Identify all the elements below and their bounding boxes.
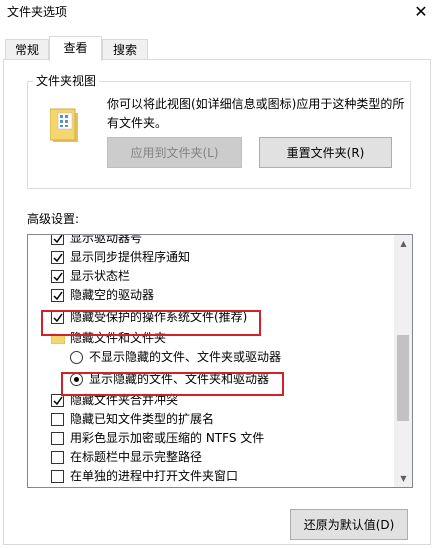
list-item[interactable]: 在标题栏中显示完整路径 (28, 448, 396, 467)
tab-strip: 常规 查看 搜索 (0, 36, 437, 61)
apply-to-folders-button[interactable]: 应用到文件夹(L) (107, 137, 242, 168)
checkbox-show-sync-notifications[interactable] (51, 251, 64, 264)
checkbox-show-drive-letters[interactable] (51, 235, 64, 245)
tab-view[interactable]: 查看 (49, 36, 102, 61)
list-item-label: 显示同步提供程序通知 (70, 250, 191, 264)
tab-search[interactable]: 搜索 (102, 39, 148, 59)
restore-defaults-button[interactable]: 还原为默认值(D) (290, 509, 408, 540)
list-item[interactable]: 用彩色显示加密或压缩的 NTFS 文件 (28, 429, 396, 448)
scroll-thumb[interactable] (397, 335, 409, 421)
list-item[interactable]: 显示隐藏的文件、文件夹和驱动器 (28, 367, 396, 391)
scroll-down-icon[interactable]: ▼ (395, 470, 412, 487)
list-item-label: 隐藏文件和文件夹 (70, 331, 167, 345)
list-item-label: 显示驱动器号 (70, 234, 143, 245)
list-item-label: 隐藏空的驱动器 (70, 288, 155, 302)
list-item-label: 不显示隐藏的文件、文件夹或驱动器 (89, 350, 282, 364)
list-item-label: 显示状态栏 (70, 269, 131, 283)
tab-general[interactable]: 常规 (5, 39, 49, 59)
advanced-settings-list: 显示驱动器号 显示同步提供程序通知 显示状态栏 隐藏空的驱动器 隐藏受保护的操作… (27, 234, 413, 488)
list-item-label: 隐藏文件夹合并冲突 (70, 393, 179, 407)
list-item[interactable]: 隐藏文件夹合并冲突 (28, 391, 396, 410)
list-item-label: 在单独的进程中打开文件夹窗口 (70, 469, 239, 483)
checkbox-color-ntfs[interactable] (51, 432, 64, 445)
list-item[interactable]: 隐藏受保护的操作系统文件(推荐) (28, 305, 396, 329)
checkbox-separate-process[interactable] (51, 470, 64, 483)
radio-show-hidden[interactable] (70, 373, 83, 386)
radio-dont-show-hidden[interactable] (70, 351, 83, 364)
folder-views-legend: 文件夹视图 (33, 74, 100, 88)
radio-dot (74, 377, 79, 382)
folder-options-window: 文件夹选项 ✕ 常规 查看 搜索 文件夹视图 你可以将此视图(如详细信息或图标)… (0, 0, 437, 549)
list-item[interactable]: 显示驱动器号 (28, 234, 396, 248)
checkbox-hide-empty-drives[interactable] (51, 289, 64, 302)
list-item: 隐藏文件和文件夹 (28, 329, 396, 348)
scroll-up-icon[interactable]: ▲ (395, 235, 412, 252)
reset-folders-button[interactable]: 重置文件夹(R) (259, 137, 392, 168)
list-item[interactable]: 显示状态栏 (28, 267, 396, 286)
list-item[interactable]: 隐藏已知文件类型的扩展名 (28, 410, 396, 429)
checkbox-full-path-title[interactable] (51, 451, 64, 464)
advanced-settings-items: 显示驱动器号 显示同步提供程序通知 显示状态栏 隐藏空的驱动器 隐藏受保护的操作… (28, 234, 396, 486)
checkbox-hide-merge-conflicts[interactable] (51, 394, 64, 407)
list-item[interactable]: 在单独的进程中打开文件夹窗口 (28, 467, 396, 486)
list-scrollbar[interactable]: ▲ ▼ (394, 235, 412, 487)
list-item-label: 隐藏受保护的操作系统文件(推荐) (70, 310, 248, 324)
folder-view-icon (50, 108, 78, 142)
folder-icon (51, 333, 65, 344)
list-item-label: 在标题栏中显示完整路径 (70, 450, 203, 464)
list-item[interactable]: 隐藏空的驱动器 (28, 286, 396, 305)
list-item-label: 用彩色显示加密或压缩的 NTFS 文件 (70, 431, 265, 445)
close-icon[interactable]: ✕ (411, 3, 431, 21)
checkbox-show-status-bar[interactable] (51, 270, 64, 283)
list-item[interactable]: 显示同步提供程序通知 (28, 248, 396, 267)
list-item-label: 显示隐藏的文件、文件夹和驱动器 (89, 372, 270, 386)
checkbox-hide-extensions[interactable] (51, 413, 64, 426)
folder-views-description: 你可以将此视图(如详细信息或图标)应用于这种类型的所有文件夹。 (107, 97, 405, 130)
list-item[interactable]: 不显示隐藏的文件、文件夹或驱动器 (28, 348, 396, 367)
window-title: 文件夹选项 (7, 5, 68, 19)
advanced-settings-label: 高级设置: (27, 212, 80, 226)
checkbox-hide-protected-os-files[interactable] (51, 311, 64, 324)
list-item-label: 隐藏已知文件类型的扩展名 (70, 412, 215, 426)
